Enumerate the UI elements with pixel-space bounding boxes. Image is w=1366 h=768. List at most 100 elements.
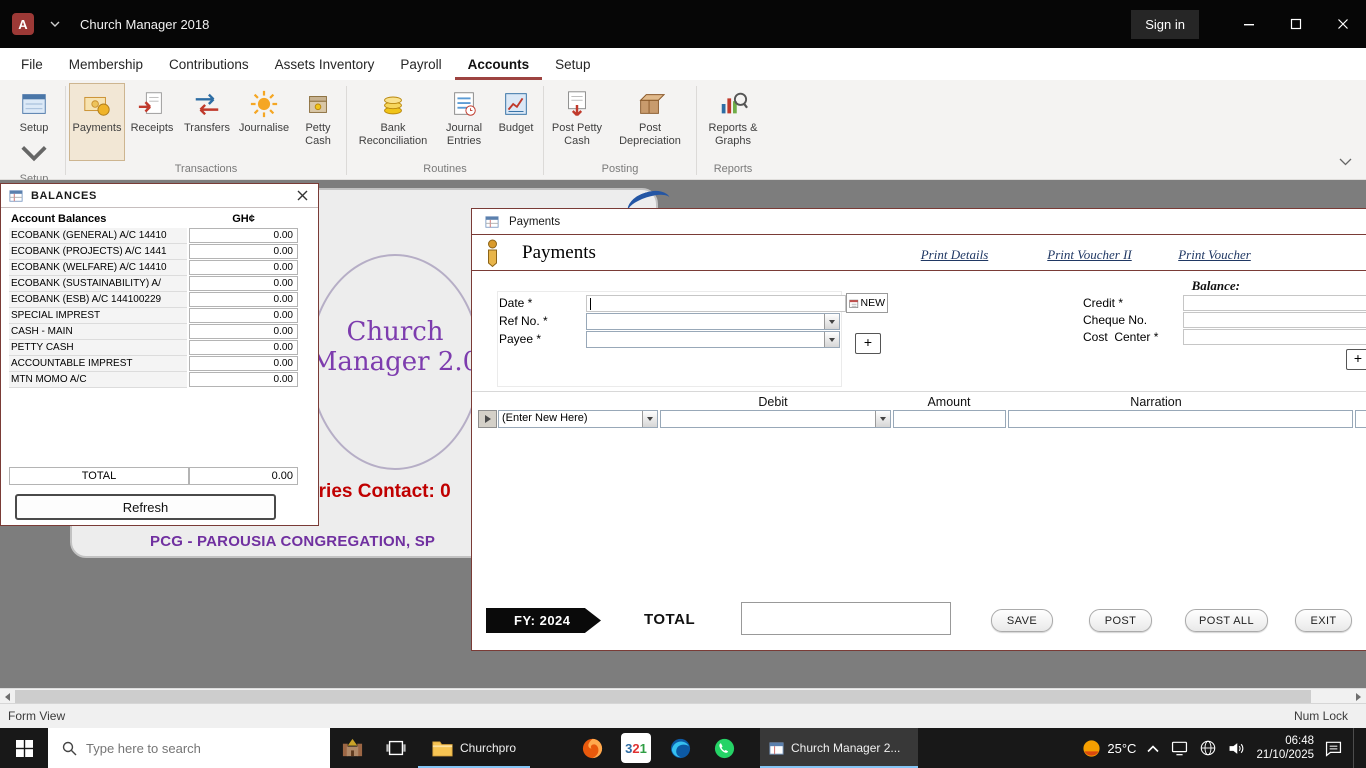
balance-row: ECOBANK (WELFARE) A/C 14410 0.00 <box>1 260 318 276</box>
payments-total-input[interactable] <box>741 602 951 635</box>
account-name: ECOBANK (GENERAL) A/C 14410 <box>9 228 187 244</box>
menu-assets-inventory[interactable]: Assets Inventory <box>262 48 388 80</box>
ribbon-button-budget[interactable]: Budget <box>492 83 540 161</box>
ribbon-button-reports-graphs[interactable]: Reports & Graphs <box>700 83 766 161</box>
payee-combobox[interactable] <box>586 331 840 348</box>
menu-accounts[interactable]: Accounts <box>455 48 543 80</box>
cost-center-input[interactable] <box>1183 329 1366 345</box>
ribbon-button-label: Budget <box>498 122 534 134</box>
ribbon-button-receipts[interactable]: Receipts <box>125 83 179 161</box>
search-input[interactable] <box>86 740 296 756</box>
exit-button[interactable]: EXIT <box>1295 609 1352 632</box>
balances-titlebar[interactable]: BALANCES <box>1 184 318 208</box>
ribbon-button-petty-cash[interactable]: Petty Cash <box>293 83 343 161</box>
ribbon-button-setup[interactable]: Setup <box>6 83 62 171</box>
network-icon[interactable] <box>1199 739 1217 757</box>
balances-close-icon[interactable] <box>297 190 308 201</box>
reports-graphs-icon <box>721 92 748 114</box>
ribbon-button-bank-reconciliation[interactable]: Bank Reconciliation <box>350 83 436 161</box>
record-selector[interactable] <box>478 410 497 428</box>
tray-clock[interactable]: 06:48 21/10/2025 <box>1256 734 1314 762</box>
save-button[interactable]: SAVE <box>991 609 1053 632</box>
add-cost-center-button[interactable]: + <box>1346 349 1366 370</box>
dropdown-arrow-icon[interactable] <box>824 314 839 329</box>
action-center-icon[interactable] <box>1324 740 1343 757</box>
maximize-button[interactable] <box>1272 0 1319 48</box>
ref-no-combobox[interactable] <box>586 313 840 330</box>
weather-temp: 25°C <box>1107 740 1137 756</box>
tray-expand-icon[interactable] <box>1146 744 1160 753</box>
task-view-icon[interactable] <box>374 728 418 768</box>
petty-cash-icon <box>309 96 327 113</box>
date-picker-new-button[interactable]: NEW <box>846 293 888 313</box>
payments-window: Payments Payments Print Details Print Vo… <box>471 208 1366 651</box>
menu-contributions[interactable]: Contributions <box>156 48 262 80</box>
account-balance: 0.00 <box>189 324 298 339</box>
ribbon-separator <box>696 86 697 175</box>
horizontal-scrollbar[interactable] <box>0 688 1366 703</box>
dropdown-arrow-icon[interactable] <box>824 332 839 347</box>
edge-icon[interactable] <box>658 728 702 768</box>
scroll-left-arrow[interactable] <box>0 689 15 704</box>
show-desktop-button[interactable] <box>1353 728 1358 768</box>
menu-setup[interactable]: Setup <box>542 48 603 80</box>
firefox-icon[interactable] <box>570 728 614 768</box>
workspace: Church Manager 2.0 For Enquiries Contact… <box>0 180 1366 688</box>
explorer-taskbar-button[interactable]: Churchpro <box>418 728 530 768</box>
print-voucher-link[interactable]: Print Voucher <box>1172 247 1257 263</box>
cheque-no-input[interactable] <box>1183 312 1366 328</box>
ribbon-button-label: Petty Cash <box>305 122 331 147</box>
weather-widget[interactable]: 25°C <box>1082 739 1136 758</box>
menu-payroll[interactable]: Payroll <box>387 48 454 80</box>
ribbon-button-journalise[interactable]: Journalise <box>235 83 293 161</box>
ribbon-button-post-petty-cash[interactable]: Post Petty Cash <box>547 83 607 161</box>
grid-extra-input[interactable] <box>1355 410 1366 428</box>
whatsapp-icon[interactable] <box>702 728 746 768</box>
credit-input[interactable] <box>1183 295 1366 311</box>
titlebar: A Church Manager 2018 Sign in <box>0 0 1366 48</box>
weather-icon <box>1083 739 1100 757</box>
minimize-button[interactable] <box>1225 0 1272 48</box>
add-payee-button[interactable]: + <box>855 333 881 354</box>
taskbar-search[interactable] <box>48 728 330 768</box>
menubar: File Membership Contributions Assets Inv… <box>0 48 1366 80</box>
grid-amount-input[interactable] <box>893 410 1006 428</box>
ribbon-button-journal-entries[interactable]: Journal Entries <box>436 83 492 161</box>
post-all-button[interactable]: POST ALL <box>1185 609 1268 632</box>
dropdown-arrow-icon[interactable] <box>642 411 657 427</box>
statusbar: Form View Num Lock <box>0 703 1366 728</box>
church-app-icon[interactable] <box>330 728 374 768</box>
grid-item-combobox[interactable]: (Enter New Here) <box>498 410 658 428</box>
sign-in-button[interactable]: Sign in <box>1131 9 1199 39</box>
menu-membership[interactable]: Membership <box>56 48 156 80</box>
ribbon-collapse-icon[interactable] <box>1339 153 1352 171</box>
print-details-link[interactable]: Print Details <box>912 247 997 263</box>
ribbon-button-post-depreciation[interactable]: Post Depreciation <box>607 83 693 161</box>
scrollbar-thumb[interactable] <box>15 690 1311 703</box>
cheque-no-label: Cheque No. <box>1083 313 1148 327</box>
access-app-icon[interactable]: A <box>12 13 34 35</box>
print-voucher-2-link[interactable]: Print Voucher II <box>1042 247 1137 263</box>
scroll-right-arrow[interactable] <box>1351 689 1366 704</box>
menu-file[interactable]: File <box>8 48 56 80</box>
close-button[interactable] <box>1319 0 1366 48</box>
payments-titlebar[interactable]: Payments <box>472 209 1366 235</box>
refresh-button[interactable]: Refresh <box>15 494 276 520</box>
quick-access-caret-icon[interactable] <box>50 21 60 27</box>
date-input[interactable] <box>586 295 846 312</box>
account-name: ACCOUNTABLE IMPREST <box>9 356 187 372</box>
column-header-currency: GH¢ <box>232 213 255 225</box>
ribbon-button-transfers[interactable]: Transfers <box>179 83 235 161</box>
media-player-321-icon[interactable]: 321 <box>621 733 651 763</box>
grid-narration-input[interactable] <box>1008 410 1353 428</box>
ribbon-button-payments[interactable]: Payments <box>69 83 125 161</box>
post-button[interactable]: POST <box>1089 609 1152 632</box>
volume-icon[interactable] <box>1227 740 1246 757</box>
payments-icon <box>84 96 110 116</box>
display-icon[interactable] <box>1170 740 1189 757</box>
church-manager-taskbar-button[interactable]: Church Manager 2... <box>760 728 918 768</box>
dropdown-arrow-icon[interactable] <box>875 411 890 427</box>
grid-debit-combobox[interactable] <box>660 410 891 428</box>
start-button[interactable] <box>0 728 48 768</box>
ribbon-group-label: Reports <box>713 163 753 175</box>
